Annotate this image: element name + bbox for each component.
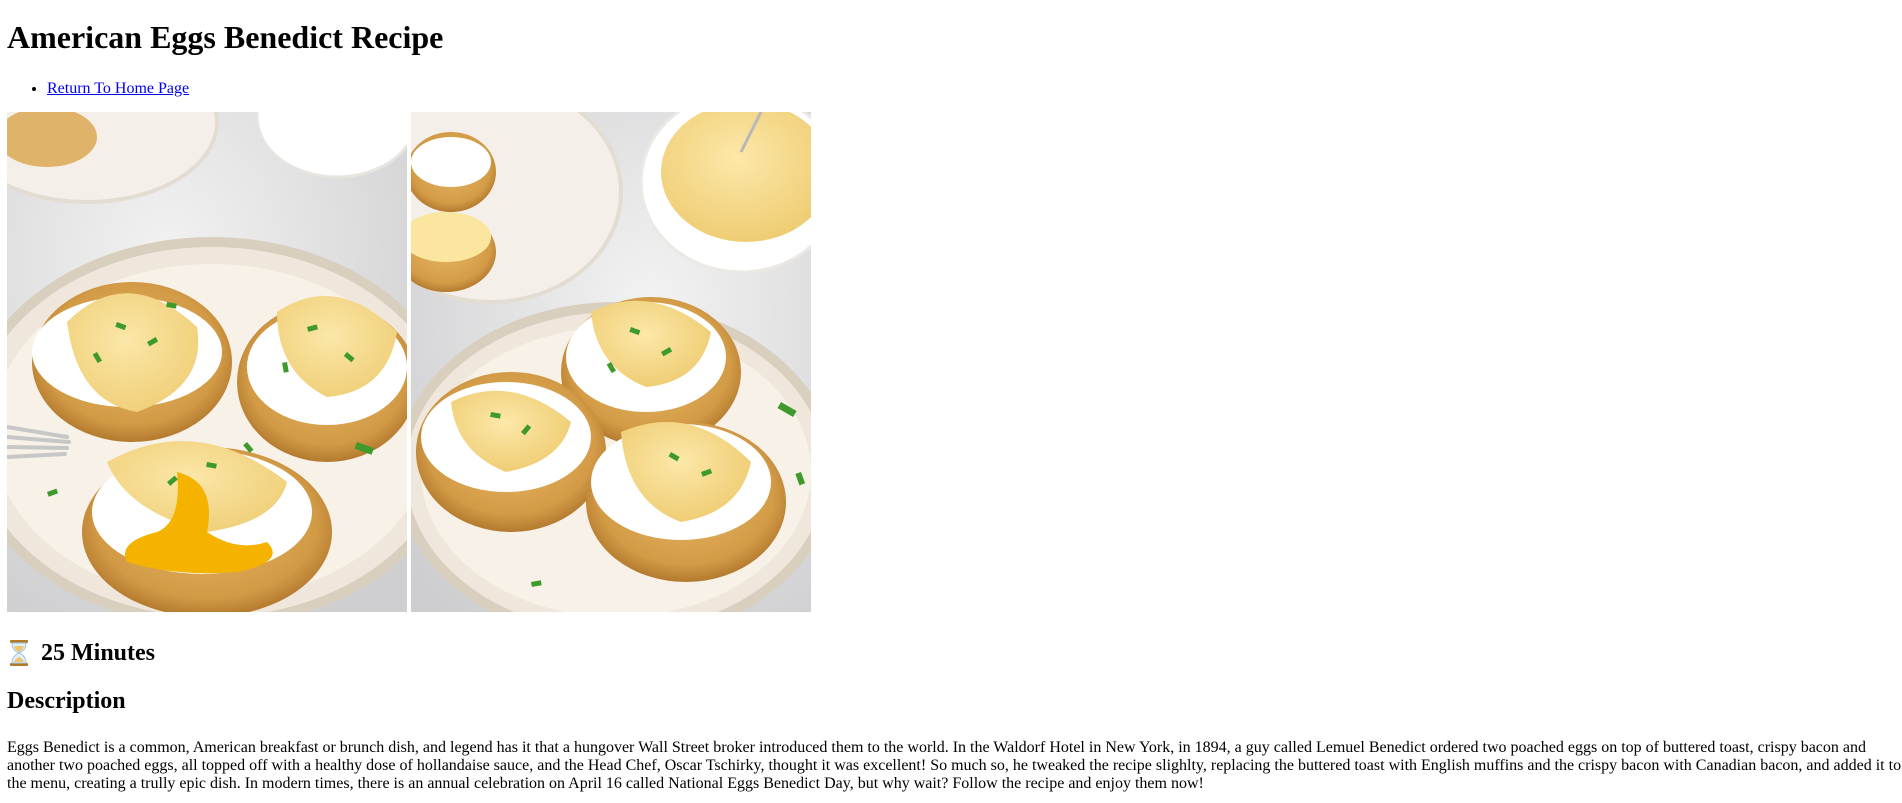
nav-list: Return To Home Page (7, 80, 1895, 98)
page-title: American Eggs Benedict Recipe (7, 19, 444, 55)
eggs-benedict-photo-right (411, 112, 811, 612)
recipe-page: American Eggs Benedict Recipe Return To … (0, 0, 1902, 793)
nav-item-home: Return To Home Page (47, 80, 1895, 98)
recipe-photo-1 (7, 112, 407, 612)
prep-time-value: 25 Minutes (41, 640, 155, 666)
hourglass-icon (7, 639, 31, 667)
recipe-photo-2 (411, 112, 811, 612)
prep-time: 25 Minutes (7, 639, 1895, 667)
eggs-benedict-photo-left (7, 112, 407, 612)
description-heading: Description (7, 688, 126, 714)
photo-gallery (7, 112, 1895, 612)
description-text: Eggs Benedict is a common, American brea… (7, 739, 1902, 792)
home-link[interactable]: Return To Home Page (47, 80, 189, 97)
